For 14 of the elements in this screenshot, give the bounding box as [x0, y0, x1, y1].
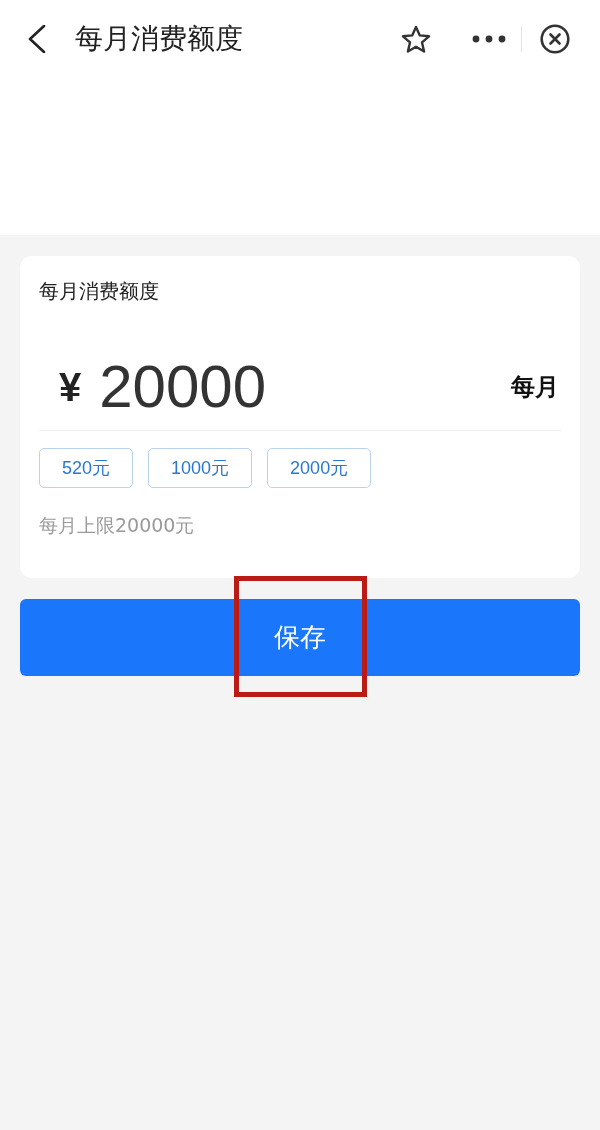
- preset-amount-button[interactable]: 520元: [39, 448, 134, 488]
- currency-symbol: ¥: [59, 364, 82, 411]
- preset-amount-button[interactable]: 2000元: [267, 448, 372, 488]
- star-icon[interactable]: [401, 24, 431, 54]
- save-button[interactable]: 保存: [20, 599, 580, 676]
- card-title: 每月消费额度: [39, 278, 160, 305]
- period-label: 每月: [511, 372, 559, 403]
- close-icon[interactable]: [540, 24, 570, 54]
- limit-hint: 每月上限20000元: [39, 513, 196, 538]
- preset-amount-button[interactable]: 1000元: [148, 448, 253, 488]
- page-title: 每月消费额度: [75, 22, 244, 56]
- back-icon[interactable]: [28, 25, 46, 53]
- amount-input[interactable]: 20000: [99, 351, 267, 423]
- more-icon[interactable]: [472, 35, 506, 43]
